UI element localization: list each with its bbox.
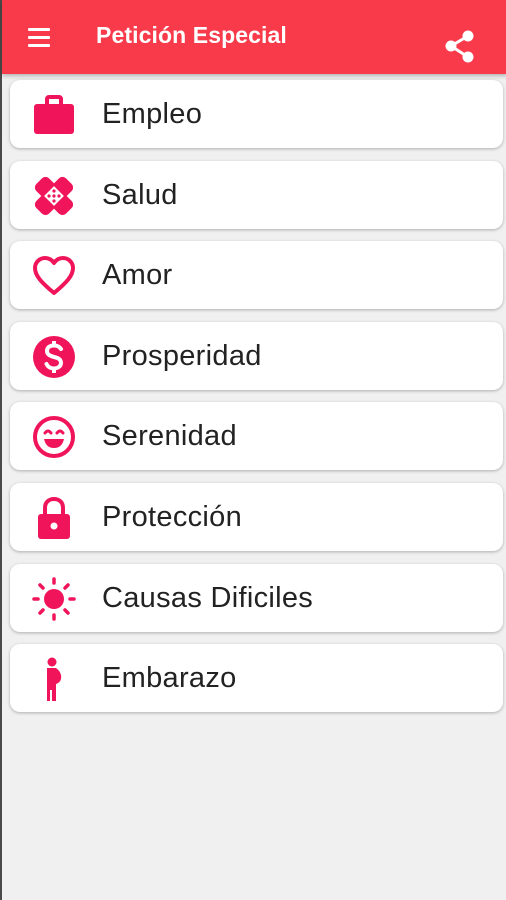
lock-icon [38,496,70,539]
share-button[interactable] [442,28,482,68]
category-card-amor[interactable]: Amor [10,241,503,310]
share-icon [445,30,474,63]
dollar-icon [33,335,75,378]
sun-icon [32,576,76,621]
category-label: Empleo [102,98,203,130]
app-frame: Petición Especial Empleo Salud Amor Pros… [0,0,506,900]
menu-button[interactable] [24,26,56,50]
category-label: Embarazo [102,662,237,695]
category-card-prosperidad[interactable]: Prosperidad [10,321,503,390]
category-label: Salud [102,178,178,211]
pregnant-icon [47,657,62,702]
category-card-causas-dificiles[interactable]: Causas Dificiles [10,563,503,632]
page-title: Petición Especial [96,22,287,48]
category-label: Protección [102,500,243,533]
category-card-empleo[interactable]: Empleo [10,80,503,148]
category-label: Serenidad [102,420,237,453]
category-label: Amor [102,259,173,292]
heart-icon [33,256,75,296]
app-bar: Petición Especial [2,0,506,74]
smile-icon [33,416,75,459]
category-card-salud[interactable]: Salud [10,160,503,229]
category-card-serenidad[interactable]: Serenidad [10,402,503,471]
category-card-proteccion[interactable]: Protección [10,482,503,551]
category-list: Empleo Salud Amor Prosperidad Serenidad … [10,80,503,725]
category-label: Prosperidad [102,339,262,372]
category-label: Causas Dificiles [102,581,314,614]
bandage-icon [34,176,74,215]
category-card-embarazo[interactable]: Embarazo [10,644,503,713]
briefcase-icon [34,95,74,134]
